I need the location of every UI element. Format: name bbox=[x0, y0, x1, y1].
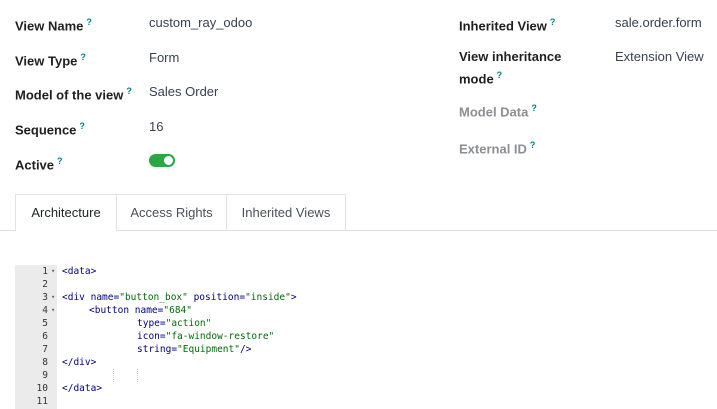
code-token: "inside" bbox=[245, 292, 291, 303]
toggle-knob bbox=[164, 156, 173, 165]
tooltip-icon[interactable]: ? bbox=[531, 103, 537, 113]
code-line: <data> bbox=[62, 265, 96, 278]
tooltip-icon[interactable]: ? bbox=[497, 70, 503, 80]
inheritance-mode-value[interactable]: Extension View bbox=[615, 48, 704, 66]
model-label: Model of the view? bbox=[15, 86, 132, 103]
line-number: 9 bbox=[42, 370, 48, 381]
tab-architecture[interactable]: Architecture bbox=[15, 194, 117, 231]
tooltip-icon[interactable]: ? bbox=[530, 140, 536, 150]
line-number: 3 bbox=[42, 292, 48, 303]
code-token: <data> bbox=[62, 266, 97, 277]
line-number: 2 bbox=[42, 279, 48, 290]
code-token: type= bbox=[137, 318, 166, 329]
sequence-value[interactable]: 16 bbox=[149, 118, 163, 136]
tab-access-rights[interactable]: Access Rights bbox=[116, 194, 227, 230]
code-line: string="Equipment"/> bbox=[137, 343, 251, 356]
code-token: name= bbox=[90, 292, 120, 303]
tooltip-icon[interactable]: ? bbox=[57, 156, 63, 166]
code-line: <div name="button_box" position="inside"… bbox=[62, 291, 297, 304]
view-name-label: View Name? bbox=[15, 17, 92, 34]
tooltip-icon[interactable]: ? bbox=[126, 86, 132, 96]
active-label: Active? bbox=[15, 156, 63, 173]
view-type-value[interactable]: Form bbox=[149, 49, 179, 67]
line-number: 10 bbox=[36, 383, 48, 394]
code-token: </data> bbox=[62, 383, 103, 394]
code-token: icon= bbox=[137, 331, 166, 342]
view-name-value[interactable]: custom_ray_odoo bbox=[149, 14, 252, 32]
line-number-gutter: 1 ▾ 2 3 ▾ 4 ▾ 5 6 7 8 9 10 11 bbox=[15, 265, 57, 409]
tab-inherited-views[interactable]: Inherited Views bbox=[226, 194, 346, 230]
code-token: "button_box" bbox=[119, 292, 188, 303]
code-editor[interactable]: 1 ▾ 2 3 ▾ 4 ▾ 5 6 7 8 9 10 11 <data> <di… bbox=[15, 265, 717, 409]
code-token: > bbox=[290, 292, 297, 303]
indent-guide bbox=[137, 369, 138, 382]
view-type-label: View Type? bbox=[15, 52, 86, 69]
line-number: 1 bbox=[42, 266, 48, 277]
line-number: 6 bbox=[42, 331, 48, 342]
active-toggle[interactable] bbox=[149, 154, 175, 167]
code-token: string= bbox=[137, 344, 178, 355]
inherited-view-label: Inherited View? bbox=[459, 17, 556, 34]
code-token: name= bbox=[134, 305, 164, 316]
code-line: <button name="684" bbox=[89, 304, 192, 317]
tooltip-icon[interactable]: ? bbox=[550, 17, 556, 27]
tooltip-icon[interactable]: ? bbox=[86, 17, 92, 27]
model-data-label: Model Data? bbox=[459, 103, 537, 120]
line-number: 5 bbox=[42, 318, 48, 329]
indent-guide bbox=[113, 369, 114, 382]
tooltip-icon[interactable]: ? bbox=[80, 52, 86, 62]
code-token: "684" bbox=[163, 305, 192, 316]
code-token: "Equipment" bbox=[177, 344, 240, 355]
code-token: "action" bbox=[165, 318, 212, 329]
code-token: <button bbox=[89, 305, 135, 316]
inherited-view-value[interactable]: sale.order.form bbox=[615, 14, 702, 32]
code-line: type="action" bbox=[137, 317, 211, 330]
model-value[interactable]: Sales Order bbox=[149, 83, 218, 101]
tooltip-icon[interactable]: ? bbox=[79, 121, 85, 131]
code-token: </div> bbox=[62, 357, 97, 368]
external-id-label: External ID? bbox=[459, 140, 536, 157]
code-token: "fa-window-restore" bbox=[165, 331, 275, 342]
line-number: 11 bbox=[36, 396, 48, 407]
code-token: position= bbox=[187, 292, 246, 303]
line-number: 7 bbox=[42, 344, 48, 355]
line-number: 4 bbox=[42, 305, 48, 316]
inheritance-mode-label: View inheritance mode? bbox=[459, 49, 562, 87]
fold-icon[interactable]: ▾ bbox=[51, 265, 59, 278]
fold-icon[interactable]: ▾ bbox=[51, 291, 59, 304]
code-token: <div bbox=[62, 292, 91, 303]
code-token: /> bbox=[239, 344, 252, 355]
code-line: </data> bbox=[62, 382, 102, 395]
code-line: icon="fa-window-restore" bbox=[137, 330, 274, 343]
sequence-label: Sequence? bbox=[15, 121, 85, 138]
code-line: </div> bbox=[62, 356, 96, 369]
line-number: 8 bbox=[42, 357, 48, 368]
fold-icon[interactable]: ▾ bbox=[51, 304, 59, 317]
